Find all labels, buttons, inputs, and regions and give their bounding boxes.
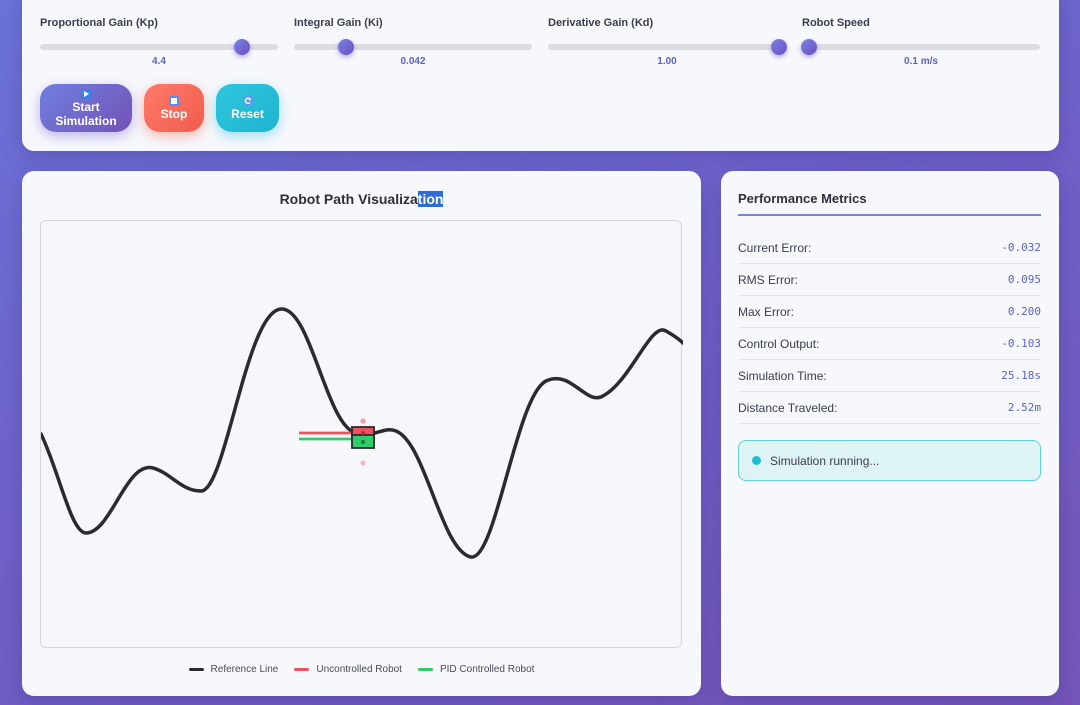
path-visualization-panel: Robot Path Visualization Reference Line … [22, 171, 701, 696]
kp-label: Proportional Gain (Kp) [40, 17, 158, 29]
kp-slider-thumb[interactable] [234, 39, 251, 55]
ki-label: Integral Gain (Ki) [294, 17, 383, 29]
start-label-line2: Simulation [55, 113, 117, 128]
metrics-list: Current Error: -0.032 RMS Error: 0.095 M… [738, 232, 1041, 424]
metric-label: Control Output: [738, 336, 820, 351]
viz-title: Robot Path Visualization [22, 191, 701, 207]
status-badge: Simulation running... [738, 440, 1041, 481]
path-plot [39, 307, 685, 559]
legend-uncontrolled-label: Uncontrolled Robot [316, 664, 402, 675]
legend-pid-label: PID Controlled Robot [439, 664, 535, 675]
kd-slider-thumb[interactable] [770, 39, 787, 55]
metric-value: -0.103 [1001, 337, 1041, 350]
legend-pid-swatch [417, 668, 433, 671]
performance-metrics-panel: Performance Metrics Current Error: -0.03… [721, 171, 1059, 696]
kd-slider[interactable] [548, 39, 787, 55]
path-canvas[interactable] [39, 220, 685, 648]
ki-slider-group: Integral Gain (Ki) 0.042 [294, 17, 534, 67]
plot-legend: Reference Line Uncontrolled Robot PID Co… [22, 664, 701, 675]
metrics-title: Performance Metrics [738, 191, 1041, 216]
metric-label: Distance Traveled: [738, 400, 838, 415]
metric-distance-traveled: Distance Traveled: 2.52m [738, 392, 1041, 424]
legend-reference: Reference Line [188, 664, 279, 675]
ki-value: 0.042 [400, 56, 426, 67]
metric-label: RMS Error: [738, 272, 798, 287]
sensor-dot-bottom [360, 460, 366, 466]
speed-label: Robot Speed [802, 17, 870, 29]
metric-max-error: Max Error: 0.200 [738, 296, 1041, 328]
metric-label: Simulation Time: [738, 368, 827, 383]
kp-slider-group: Proportional Gain (Kp) 4.4 [40, 17, 280, 67]
legend-uncontrolled: Uncontrolled Robot [294, 664, 402, 675]
speed-value: 0.1 m/s [904, 56, 938, 67]
status-dot-icon [752, 456, 761, 465]
metric-current-error: Current Error: -0.032 [738, 232, 1041, 264]
kp-value: 4.4 [152, 56, 166, 67]
kd-label: Derivative Gain (Kd) [548, 17, 654, 29]
kd-slider-group: Derivative Gain (Kd) 1.00 [548, 17, 788, 67]
metric-value: 0.200 [1007, 305, 1041, 318]
speed-slider[interactable] [801, 39, 1040, 55]
ki-slider-thumb[interactable] [338, 39, 355, 55]
legend-pid: PID Controlled Robot [417, 664, 535, 675]
metric-value: 2.52m [1007, 401, 1041, 414]
status-text: Simulation running... [770, 453, 880, 468]
reset-icon [242, 95, 253, 106]
legend-reference-swatch [188, 668, 204, 671]
metric-value: 25.18s [1001, 369, 1041, 382]
stop-icon [169, 95, 179, 106]
reset-label: Reset [231, 106, 264, 121]
metric-label: Current Error: [738, 240, 812, 255]
start-label-line1: Start [72, 99, 100, 114]
metric-simulation-time: Simulation Time: 25.18s [738, 360, 1041, 392]
reset-button[interactable]: Reset [216, 84, 279, 132]
viz-title-text: Robot Path Visualiza [279, 191, 418, 207]
stop-label: Stop [160, 106, 188, 121]
metric-rms-error: RMS Error: 0.095 [738, 264, 1041, 296]
legend-reference-label: Reference Line [210, 664, 279, 675]
metric-control-output: Control Output: -0.103 [738, 328, 1041, 360]
speed-slider-group: Robot Speed 0.1 m/s [801, 17, 1042, 67]
sensor-dot-top [360, 418, 366, 424]
stop-button[interactable]: Stop [144, 84, 204, 132]
kd-value: 1.00 [657, 56, 677, 67]
speed-slider-thumb[interactable] [801, 39, 818, 55]
controls-panel: Proportional Gain (Kp) 4.4 Integral Gain… [22, 0, 1059, 151]
start-simulation-button[interactable]: Start Simulation [40, 84, 132, 132]
uncontrolled-robot-center [361, 431, 365, 435]
metric-value: 0.095 [1007, 273, 1041, 286]
viz-title-selected-text: tion [417, 191, 444, 207]
pid-robot-center [361, 440, 365, 444]
play-icon [81, 88, 91, 99]
kp-slider[interactable] [40, 39, 278, 55]
metric-label: Max Error: [738, 304, 795, 319]
ki-slider[interactable] [294, 39, 532, 55]
legend-uncontrolled-swatch [294, 668, 310, 671]
metric-value: -0.032 [1001, 241, 1041, 254]
